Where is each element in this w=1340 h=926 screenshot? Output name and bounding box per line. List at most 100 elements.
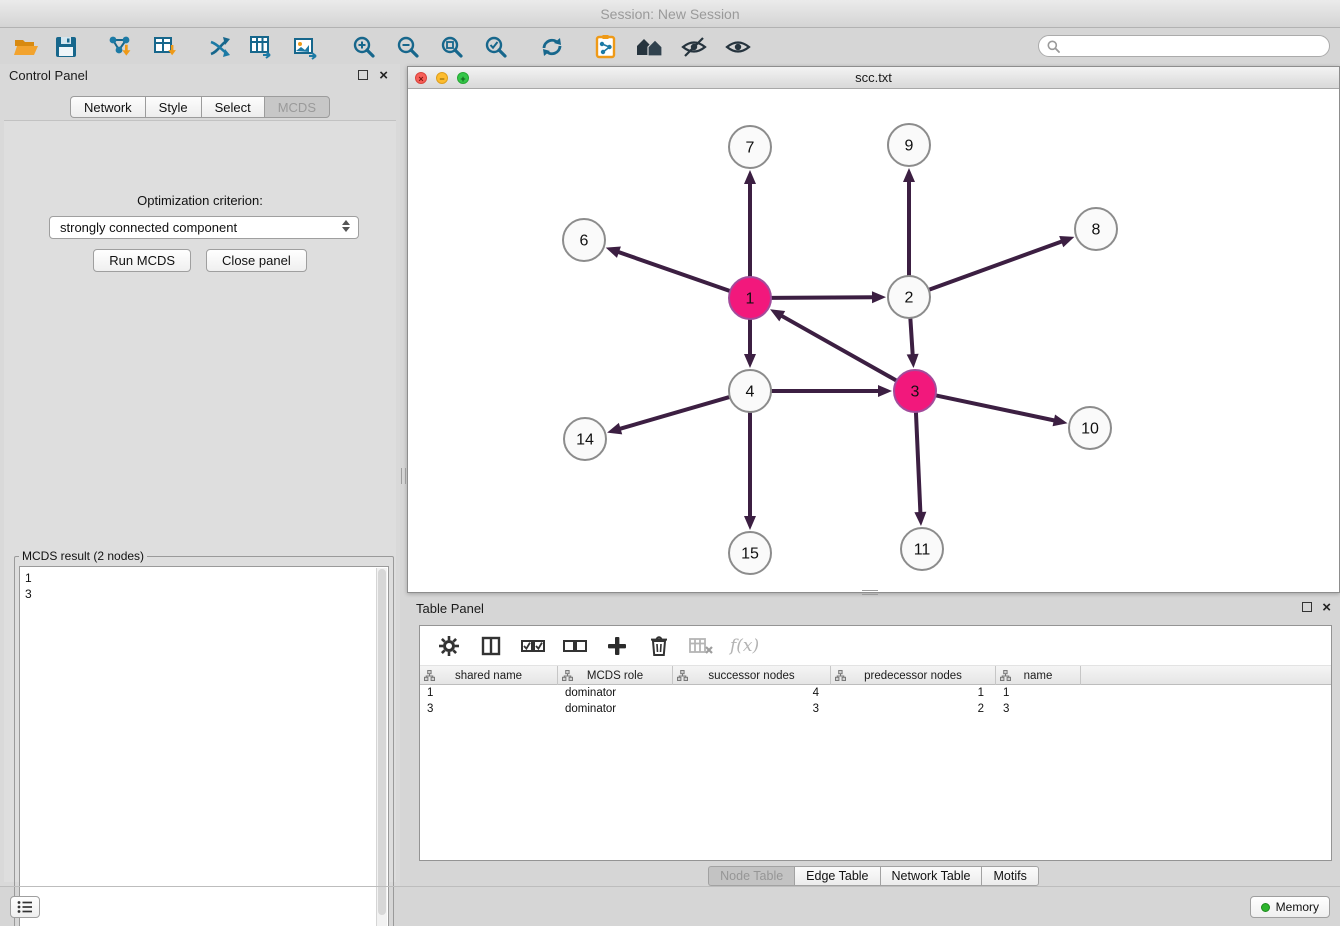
window-close-icon[interactable]: × — [415, 72, 427, 84]
search-input[interactable] — [1065, 39, 1321, 53]
session-search[interactable] — [1038, 35, 1330, 57]
network-window-title: scc.txt — [855, 70, 892, 85]
show-column-button[interactable] — [478, 633, 504, 659]
table-row[interactable]: 1dominator411 — [420, 685, 1331, 701]
graph-edge-arrowhead — [606, 247, 621, 258]
result-scrollbar[interactable] — [376, 568, 387, 926]
show-hide-graphics-button[interactable] — [722, 32, 754, 61]
task-history-button[interactable] — [10, 896, 40, 918]
open-session-button[interactable] — [10, 32, 42, 61]
table-arrow-icon — [249, 34, 275, 60]
column-header-predecessor-nodes[interactable]: predecessor nodes — [831, 666, 996, 685]
graph-edge-3-11[interactable] — [916, 413, 920, 514]
optimization-dropdown[interactable]: strongly connected component — [49, 216, 359, 239]
graph-edge-arrowhead — [878, 385, 892, 397]
delete-table-button-disabled — [688, 633, 714, 659]
new-network-button[interactable] — [204, 32, 236, 61]
graph-node-label: 7 — [746, 140, 755, 157]
column-header-mcds-role[interactable]: MCDS role — [558, 666, 673, 685]
search-icon — [1047, 40, 1060, 53]
float-panel-icon[interactable] — [358, 70, 368, 80]
graph-edge-arrowhead — [744, 170, 756, 184]
table-body: 1dominator4113dominator323 — [420, 685, 1331, 717]
graph-node-label: 2 — [905, 290, 914, 307]
tab-mcds[interactable]: MCDS — [264, 96, 330, 118]
save-session-button[interactable] — [50, 32, 82, 61]
control-panel-header: Control Panel × — [0, 64, 400, 88]
table-cell: 3 — [996, 701, 1081, 717]
table-cell: 3 — [673, 701, 831, 717]
new-table-button[interactable] — [246, 32, 278, 61]
window-zoom-icon[interactable]: + — [457, 72, 469, 84]
graph-edge-2-8[interactable] — [930, 241, 1063, 290]
graph-edge-4-14[interactable] — [619, 397, 729, 429]
network-canvas[interactable]: 7968124314101511 — [408, 89, 1339, 592]
column-header-shared-name[interactable]: shared name — [420, 666, 558, 685]
control-panel-title: Control Panel — [9, 68, 88, 83]
table-panel-title: Table Panel — [416, 601, 484, 616]
tab-edge-table[interactable]: Edge Table — [794, 866, 879, 886]
gear-icon — [438, 635, 460, 657]
run-mcds-button[interactable]: Run MCDS — [93, 249, 191, 272]
column-header-label: MCDS role — [587, 670, 643, 682]
zoom-fit-button[interactable] — [436, 32, 468, 61]
float-table-panel-icon[interactable] — [1302, 602, 1312, 612]
close-table-panel-icon[interactable]: × — [1322, 598, 1331, 618]
close-panel-icon[interactable]: × — [379, 66, 388, 86]
network-window-titlebar[interactable]: × − + scc.txt — [408, 67, 1339, 89]
graph-edge-3-1[interactable] — [780, 315, 895, 380]
import-table-button[interactable] — [150, 32, 182, 61]
graph-edge-arrowhead — [744, 516, 756, 530]
main-toolbar — [0, 29, 1340, 64]
graph-edge-arrowhead — [1059, 236, 1074, 247]
column-header-name[interactable]: name — [996, 666, 1081, 685]
tab-network-table[interactable]: Network Table — [880, 866, 982, 886]
close-panel-button[interactable]: Close panel — [206, 249, 307, 272]
mcds-result-area[interactable]: 13 — [19, 566, 389, 926]
tab-style[interactable]: Style — [145, 96, 201, 118]
column-header-label: predecessor nodes — [864, 670, 962, 682]
style-preview-button[interactable] — [678, 32, 710, 61]
table-cell: 3 — [420, 701, 558, 717]
table-cell: 2 — [831, 701, 996, 717]
table-row[interactable]: 3dominator323 — [420, 701, 1331, 717]
first-neighbors-button[interactable] — [634, 32, 666, 61]
select-all-columns-button[interactable] — [520, 633, 546, 659]
session-title-bar[interactable]: Session: New Session — [0, 0, 1340, 28]
graph-edge-arrowhead — [872, 291, 886, 303]
dropdown-stepper-icon — [340, 220, 351, 232]
tab-select[interactable]: Select — [201, 96, 264, 118]
network-from-clipboard-button[interactable] — [590, 32, 622, 61]
graph-edge-3-10[interactable] — [937, 396, 1056, 421]
zoom-out-button[interactable] — [392, 32, 424, 61]
optimization-criterion-label: Optimization criterion: — [4, 193, 396, 208]
vertical-splitter-grip[interactable] — [401, 468, 406, 484]
tab-node-table[interactable]: Node Table — [708, 866, 794, 886]
export-image-button[interactable] — [290, 32, 322, 61]
column-header-successor-nodes[interactable]: successor nodes — [673, 666, 831, 685]
tab-motifs[interactable]: Motifs — [981, 866, 1038, 886]
horizontal-splitter-grip[interactable] — [862, 590, 878, 595]
table-panel: Table Panel × — [407, 597, 1340, 886]
column-header-filler — [1081, 666, 1331, 685]
window-minimize-icon[interactable]: − — [436, 72, 448, 84]
control-panel-tabbar: NetworkStyleSelectMCDS — [0, 96, 400, 118]
unselect-all-columns-button[interactable] — [562, 633, 588, 659]
import-network-button[interactable] — [104, 32, 136, 61]
tab-network[interactable]: Network — [70, 96, 145, 118]
create-column-button[interactable] — [604, 633, 630, 659]
session-title: Session: New Session — [600, 6, 739, 22]
zoom-selected-button[interactable] — [480, 32, 512, 61]
apply-layout-button[interactable] — [536, 32, 568, 61]
graph-edge-2-3[interactable] — [910, 319, 912, 356]
graph-edge-1-6[interactable] — [617, 252, 729, 291]
delete-column-button[interactable] — [646, 633, 672, 659]
open-folder-icon — [13, 35, 39, 59]
table-settings-button[interactable] — [436, 633, 462, 659]
graph-edge-1-2[interactable] — [772, 297, 874, 298]
delete-table-icon — [689, 637, 713, 655]
zoom-in-button[interactable] — [348, 32, 380, 61]
memory-button[interactable]: Memory — [1250, 896, 1330, 918]
graph-node-label: 6 — [580, 233, 589, 250]
eye-icon — [725, 35, 751, 59]
